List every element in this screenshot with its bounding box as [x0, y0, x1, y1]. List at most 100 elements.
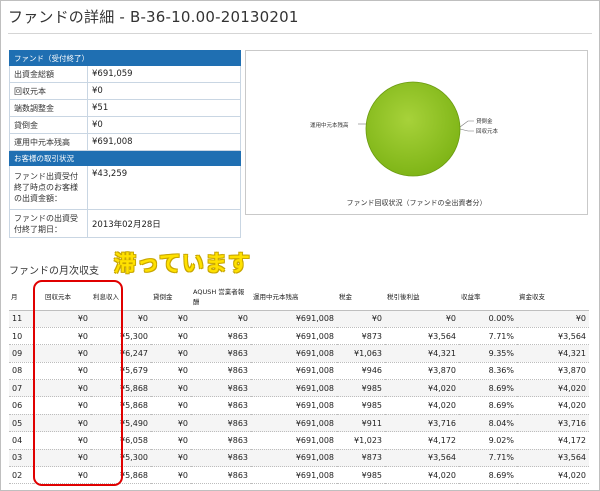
cell-cash-flow: ¥4,020 — [517, 379, 589, 398]
cell-cash-flow: ¥4,020 — [517, 396, 589, 415]
fund-info-header-row: ファンド（受付終了） — [9, 50, 241, 66]
cell-yield: 8.69% — [459, 379, 517, 398]
cell-yield: 0.00% — [459, 310, 517, 328]
cell-month: 04 — [9, 431, 33, 450]
fund-info-label: 出資金総額 — [9, 65, 88, 83]
fund-info-row: 回収元本 ¥0 — [9, 82, 241, 100]
cell-month: 09 — [9, 344, 33, 363]
cell-tax: ¥985 — [337, 379, 385, 398]
cell-after-tax-profit: ¥4,020 — [385, 396, 459, 415]
cell-principal-balance: ¥691,008 — [251, 396, 337, 415]
fund-info-row: 端数調整金 ¥51 — [9, 99, 241, 117]
cell-after-tax-profit: ¥4,020 — [385, 466, 459, 485]
cell-tax: ¥985 — [337, 396, 385, 415]
col-header-aqush-fee: AQUSH 営業者報酬 — [191, 282, 251, 311]
pie-slice-main — [365, 81, 461, 177]
cell-principal-balance: ¥691,008 — [251, 310, 337, 328]
cell-bad-debt: ¥0 — [151, 396, 191, 415]
pie-label-loss: 貸倒金 — [476, 119, 493, 125]
cell-tax: ¥0 — [337, 310, 385, 328]
cell-after-tax-profit: ¥3,870 — [385, 362, 459, 381]
cell-after-tax-profit: ¥3,564 — [385, 327, 459, 346]
cell-principal-balance: ¥691,008 — [251, 449, 337, 468]
cell-tax: ¥873 — [337, 327, 385, 346]
fund-info-label: 運用中元本残高 — [9, 133, 88, 151]
customer-label: ファンド出資受付終了時点のお客様の出資金額： — [9, 165, 88, 210]
col-header-yield: 収益率 — [459, 282, 517, 311]
cell-tax: ¥911 — [337, 414, 385, 433]
cell-bad-debt: ¥0 — [151, 362, 191, 381]
cell-principal-balance: ¥691,008 — [251, 344, 337, 363]
cell-cash-flow: ¥3,564 — [517, 449, 589, 468]
cell-cash-flow: ¥3,716 — [517, 414, 589, 433]
col-header-after-tax-profit: 税引後利益 — [385, 282, 459, 311]
cell-aqush-fee: ¥863 — [191, 414, 251, 433]
cell-cash-flow: ¥4,020 — [517, 466, 589, 485]
customer-label: ファンドの出資受付終了期日： — [9, 209, 88, 238]
cell-month: 10 — [9, 327, 33, 346]
cell-after-tax-profit: ¥0 — [385, 310, 459, 328]
col-header-tax: 税金 — [337, 282, 385, 311]
fund-info-row: 運用中元本残高 ¥691,008 — [9, 133, 241, 151]
customer-row: ファンドの出資受付終了期日： 2013年02月28日 — [9, 209, 241, 238]
fund-info-label: 端数調整金 — [9, 99, 88, 117]
cell-tax: ¥946 — [337, 362, 385, 381]
col-header-month: 月 — [9, 282, 33, 311]
cell-principal-balance: ¥691,008 — [251, 327, 337, 346]
cell-yield: 8.04% — [459, 414, 517, 433]
cell-month: 03 — [9, 449, 33, 468]
fund-info-row: 貸倒金 ¥0 — [9, 116, 241, 134]
cell-aqush-fee: ¥863 — [191, 431, 251, 450]
cell-yield: 7.71% — [459, 327, 517, 346]
pie-leader-right-2 — [459, 128, 474, 132]
monthly-section-title: ファンドの月次収支 — [9, 266, 99, 277]
cell-aqush-fee: ¥863 — [191, 362, 251, 381]
cell-aqush-fee: ¥863 — [191, 396, 251, 415]
cell-aqush-fee: ¥863 — [191, 449, 251, 468]
cell-aqush-fee: ¥863 — [191, 327, 251, 346]
cell-cash-flow: ¥0 — [517, 310, 589, 328]
col-header-cash-flow: 資金収支 — [517, 282, 589, 311]
cell-bad-debt: ¥0 — [151, 414, 191, 433]
pie-chart — [358, 81, 474, 177]
cell-month: 08 — [9, 362, 33, 381]
cell-yield: 8.69% — [459, 396, 517, 415]
fund-info-value: ¥691,008 — [87, 133, 241, 151]
cell-bad-debt: ¥0 — [151, 344, 191, 363]
cell-month: 07 — [9, 379, 33, 398]
fund-info-value: ¥0 — [87, 116, 241, 134]
cell-cash-flow: ¥4,321 — [517, 344, 589, 363]
cell-month: 06 — [9, 396, 33, 415]
cell-cash-flow: ¥4,172 — [517, 431, 589, 450]
cell-after-tax-profit: ¥3,564 — [385, 449, 459, 468]
cell-tax: ¥1,063 — [337, 344, 385, 363]
cell-yield: 8.36% — [459, 362, 517, 381]
customer-header-row: お客様の取引状況 — [9, 150, 241, 166]
cell-aqush-fee: ¥0 — [191, 310, 251, 328]
cell-principal-balance: ¥691,008 — [251, 431, 337, 450]
fund-info-label: 回収元本 — [9, 82, 88, 100]
customer-header: お客様の取引状況 — [9, 150, 241, 166]
cell-yield: 7.71% — [459, 449, 517, 468]
customer-value: 2013年02月28日 — [87, 209, 241, 238]
cell-bad-debt: ¥0 — [151, 466, 191, 485]
customer-row: ファンド出資受付終了時点のお客様の出資金額： ¥43,259 — [9, 165, 241, 210]
cell-aqush-fee: ¥863 — [191, 379, 251, 398]
pie-label-main: 運用中元本残高 — [310, 123, 349, 129]
cell-bad-debt: ¥0 — [151, 379, 191, 398]
fund-info-value: ¥0 — [87, 82, 241, 100]
fund-info-value: ¥51 — [87, 99, 241, 117]
pie-caption: ファンド回収状況（ファンドの全出資者分） — [346, 199, 487, 207]
pie-leader-right — [459, 120, 474, 128]
cell-yield: 9.35% — [459, 344, 517, 363]
cell-month: 02 — [9, 466, 33, 485]
cell-bad-debt: ¥0 — [151, 431, 191, 450]
col-header-principal-balance: 運用中元本残高 — [251, 282, 337, 311]
cell-aqush-fee: ¥863 — [191, 466, 251, 485]
cell-cash-flow: ¥3,564 — [517, 327, 589, 346]
fund-recovery-pie-panel: 運用中元本残高 貸倒金 回収元本 ファンド回収状況（ファンドの全出資者分） — [245, 50, 588, 215]
cell-bad-debt: ¥0 — [151, 327, 191, 346]
cell-principal-balance: ¥691,008 — [251, 414, 337, 433]
fund-info-value: ¥691,059 — [87, 65, 241, 83]
col-header-bad-debt: 貸倒金 — [151, 282, 191, 311]
